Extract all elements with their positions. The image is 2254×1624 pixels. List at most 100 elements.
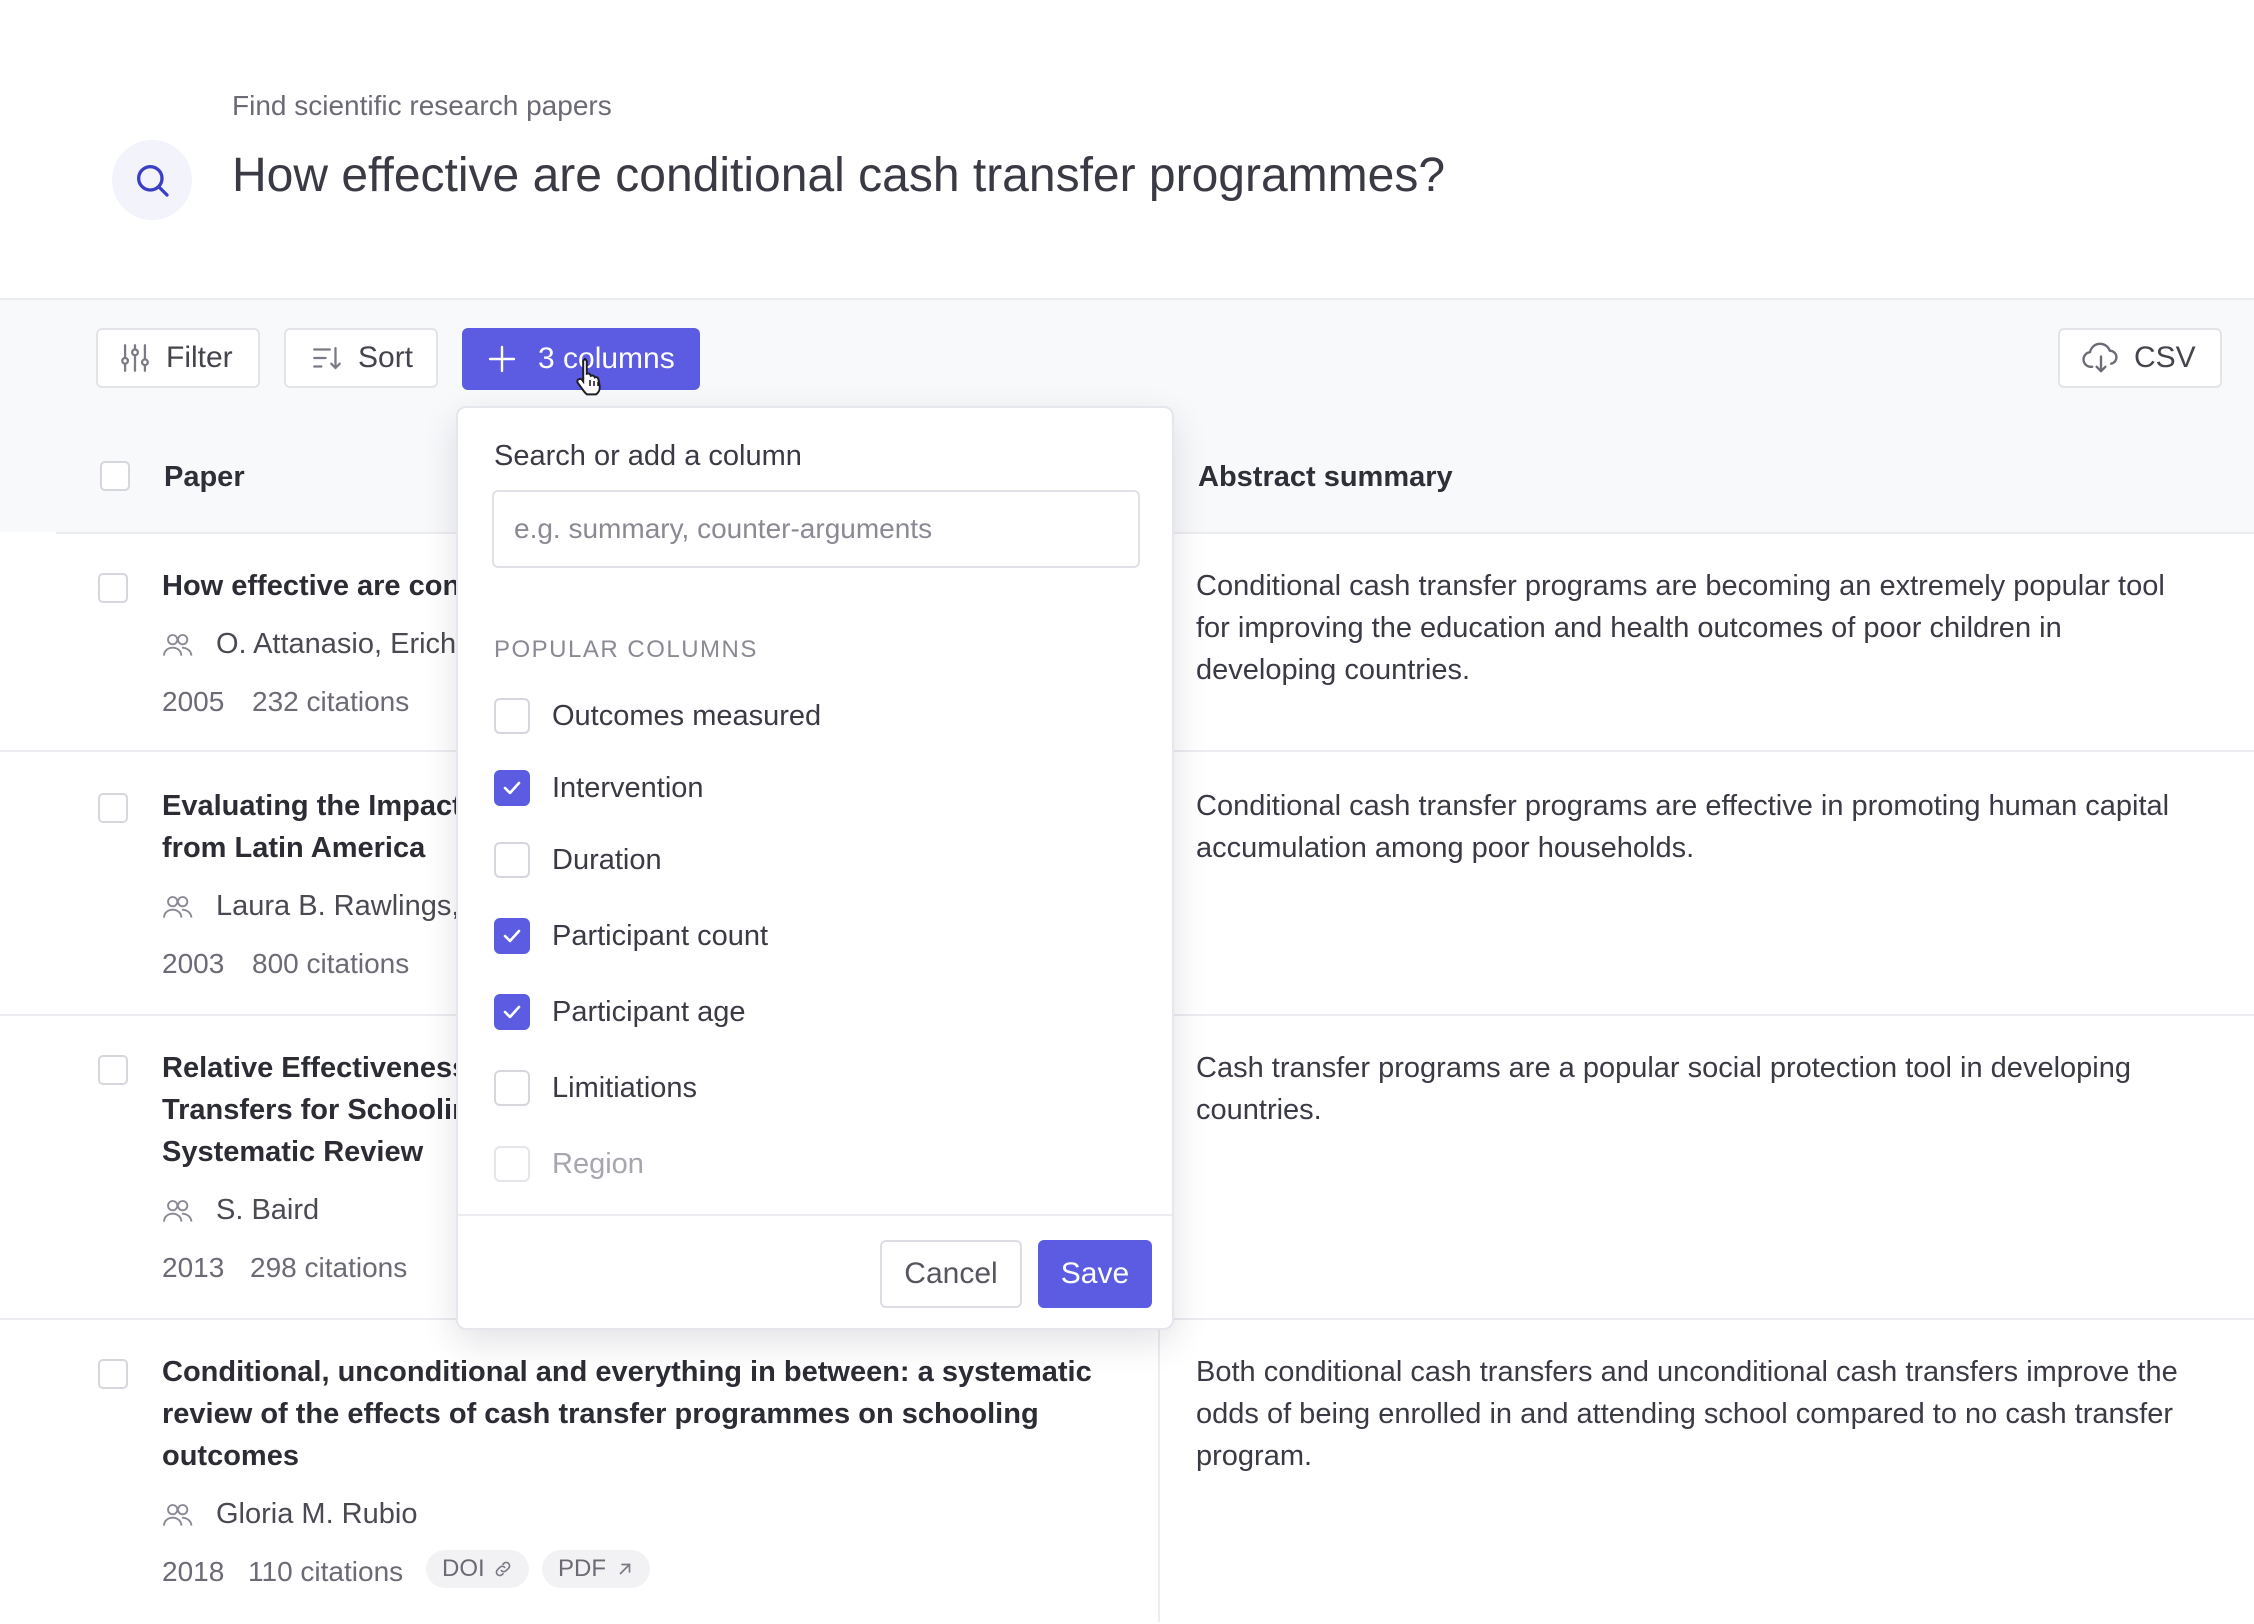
option-checkbox[interactable] [494,842,530,878]
check-icon [503,929,521,943]
row-checkbox[interactable] [98,573,128,603]
authors-text: Gloria M. Rubio [216,1498,418,1530]
save-button[interactable]: Save [1038,1240,1152,1308]
column-option-intervention[interactable]: Intervention [494,768,704,808]
option-checkbox[interactable] [494,1070,530,1106]
paper-authors: Laura B. Rawlings, [162,890,459,923]
sort-label: Sort [358,341,414,374]
paper-title-line: Conditional, unconditional and everythin… [162,1356,1092,1388]
csv-label: CSV [2134,341,2196,374]
filter-button[interactable]: Filter [96,328,260,388]
option-label: Duration [552,843,662,876]
users-icon [163,1503,193,1526]
cancel-button[interactable]: Cancel [880,1240,1022,1308]
summary-line: odds of being enrolled in and attending … [1196,1398,2173,1430]
option-checkbox[interactable] [494,698,530,734]
cloud-download-icon [2082,342,2118,373]
authors-text: O. Attanasio, Erich [216,628,457,660]
option-label: Region [552,1147,644,1180]
row-checkbox[interactable] [98,793,128,823]
filter-label: Filter [166,341,233,374]
authors-text: Laura B. Rawlings, [216,890,460,922]
option-checkbox[interactable] [494,994,530,1030]
column-search-input[interactable] [492,490,1140,568]
users-icon [163,1199,193,1222]
option-label: Participant count [552,919,769,952]
link-icon [495,1561,511,1577]
abstract-summary: Conditional cash transfer programs are e… [1196,785,2169,869]
abstract-summary: Cash transfer programs are a popular soc… [1196,1047,2131,1131]
csv-download-button[interactable]: CSV [2058,328,2222,388]
authors-text: S. Baird [216,1194,320,1226]
pdf-label: PDF [558,1555,606,1582]
check-icon [503,1005,521,1019]
paper-title[interactable]: How effective are con [162,565,460,607]
paper-title[interactable]: Evaluating the Impact from Latin America [162,785,462,869]
option-checkbox[interactable] [494,1146,530,1182]
paper-title-line: from Latin America [162,832,426,864]
select-all-checkbox[interactable] [100,461,130,491]
sort-button[interactable]: Sort [284,328,438,388]
search-query[interactable]: How effective are conditional cash trans… [232,148,1445,203]
paper-title-line: Transfers for Schoolin [162,1094,470,1126]
column-header-summary[interactable]: Abstract summary [1198,461,1453,494]
users-icon [163,895,193,918]
sort-icon [313,346,341,370]
column-option-limitations[interactable]: Limitiations [494,1068,697,1108]
option-label: Participant age [552,995,746,1028]
paper-authors: S. Baird [162,1194,319,1227]
paper-citations: 110 citations [248,1556,404,1587]
summary-line: Conditional cash transfer programs are b… [1196,570,2165,602]
paper-citations: 298 citations [250,1252,408,1283]
paper-title-line: Systematic Review [162,1136,424,1168]
option-label: Limitiations [552,1071,698,1104]
doi-link[interactable]: DOI [426,1550,529,1588]
add-column-label: Search or add a column [494,440,802,472]
column-option-region[interactable]: Region [494,1144,644,1184]
paper-title[interactable]: Relative Effectiveness Transfers for Sch… [162,1047,470,1173]
paper-year: 2005 [162,686,225,717]
option-label: Intervention [552,771,704,804]
column-option-duration[interactable]: Duration [494,840,662,880]
paper-authors: Gloria M. Rubio [162,1498,417,1531]
popular-columns-heading: POPULAR COLUMNS [494,636,758,663]
users-icon [163,633,193,656]
row-checkbox[interactable] [98,1055,128,1085]
paper-title-line: Evaluating the Impact [162,790,462,822]
summary-line: Cash transfer programs are a popular soc… [1196,1052,2131,1084]
row-checkbox[interactable] [98,1359,128,1389]
summary-line: program. [1196,1440,1313,1472]
paper-title-line: Relative Effectiveness [162,1052,469,1084]
paper-title-line: How effective are con [162,570,461,602]
column-option-outcomes-measured[interactable]: Outcomes measured [494,696,821,736]
column-header-paper[interactable]: Paper [164,461,245,494]
plus-icon [488,345,516,373]
check-icon [503,781,521,795]
divider [458,1214,1172,1216]
paper-title-line: review of the effects of cash transfer p… [162,1398,1039,1430]
add-column-dropdown: Search or add a column POPULAR COLUMNS O… [456,406,1174,1330]
column-option-participant-age[interactable]: Participant age [494,992,745,1032]
filter-icon [121,344,149,372]
option-checkbox[interactable] [494,770,530,806]
column-option-participant-count[interactable]: Participant count [494,916,768,956]
paper-year: 2003 [162,948,225,979]
pdf-link[interactable]: PDF [542,1550,650,1588]
paper-citations: 800 citations [252,948,410,979]
doi-label: DOI [442,1555,485,1582]
abstract-summary: Conditional cash transfer programs are b… [1196,565,2165,691]
paper-authors: O. Attanasio, Erich [162,628,456,661]
search-icon [137,165,169,197]
summary-line: countries. [1196,1094,1322,1126]
summary-line: accumulation among poor households. [1196,832,1695,864]
paper-title[interactable]: Conditional, unconditional and everythin… [162,1351,1092,1477]
search-button[interactable] [112,140,192,220]
paper-citations: 232 citations [252,686,410,717]
option-label: Outcomes measured [552,699,822,732]
option-checkbox[interactable] [494,918,530,954]
pointer-cursor-icon [576,358,601,396]
summary-line: developing countries. [1196,654,1471,686]
page-subtitle: Find scientific research papers [232,90,612,121]
summary-line: for improving the education and health o… [1196,612,2062,644]
abstract-summary: Both conditional cash transfers and unco… [1196,1351,2178,1477]
